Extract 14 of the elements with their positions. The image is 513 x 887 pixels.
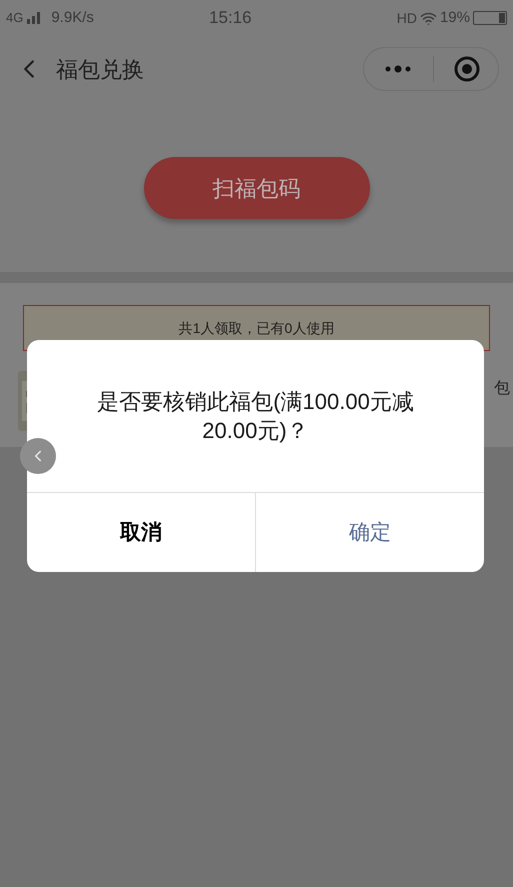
- network-speed: 9.9K/s: [51, 8, 94, 28]
- network-label: 4G: [6, 9, 24, 28]
- hd-label: HD: [396, 8, 417, 28]
- scan-button[interactable]: 扫福包码: [144, 157, 370, 219]
- dialog-message: 是否要核销此福包(满100.00元减20.00元)？: [96, 388, 415, 445]
- cancel-button[interactable]: 取消: [27, 493, 255, 572]
- page-title: 福包兑换: [56, 56, 144, 84]
- more-icon[interactable]: [384, 65, 412, 73]
- clock: 15:16: [209, 7, 252, 30]
- battery-icon: [473, 11, 507, 25]
- item-title: 包: [494, 379, 510, 399]
- summary-text: 共1人领取，已有0人使用: [178, 319, 334, 338]
- battery-percent: 19%: [440, 8, 470, 28]
- confirm-button[interactable]: 确定: [255, 493, 484, 572]
